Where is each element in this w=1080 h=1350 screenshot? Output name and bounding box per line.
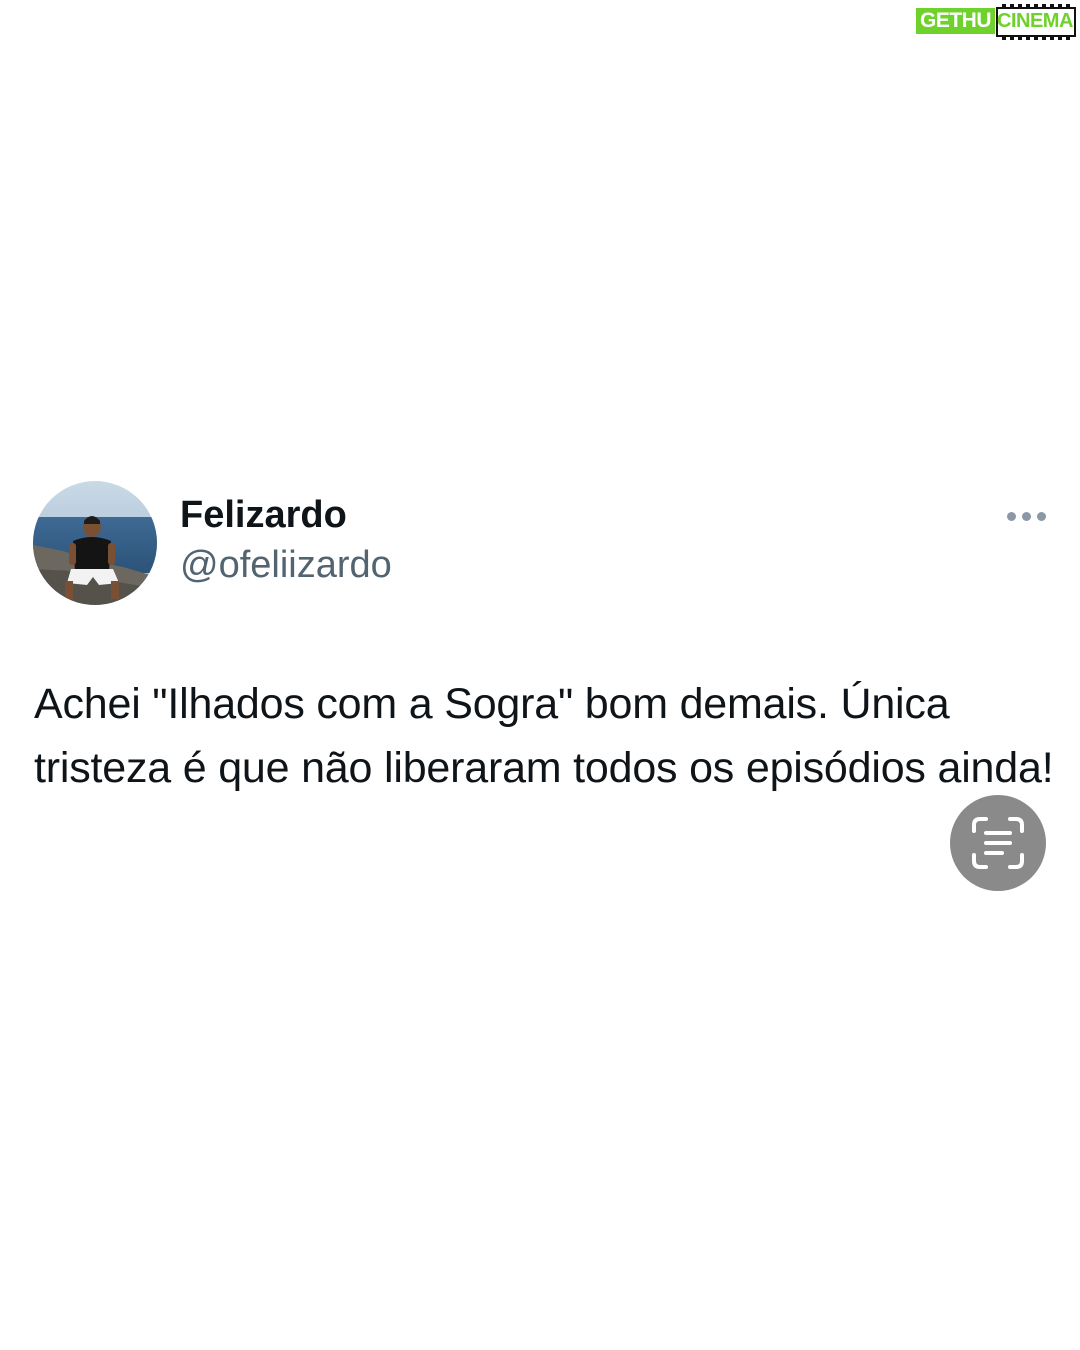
live-text-scan-button[interactable] bbox=[950, 795, 1046, 891]
watermark-text-gethu: GETHU bbox=[916, 8, 995, 34]
username-handle[interactable]: @ofeliizardo bbox=[180, 544, 392, 587]
avatar[interactable] bbox=[33, 481, 157, 605]
dot bbox=[1021, 511, 1031, 521]
watermark-text-cinema: CINEMA bbox=[997, 10, 1073, 32]
more-horizontal-icon[interactable] bbox=[1000, 500, 1052, 532]
avatar-photo bbox=[33, 481, 157, 605]
gethucinema-watermark: GETHU CINEMA bbox=[916, 2, 1078, 42]
dot bbox=[1006, 511, 1016, 521]
tweet-text: Achei "Ilhados com a Sogra" bom demais. … bbox=[34, 680, 1054, 792]
live-text-scan-icon bbox=[972, 817, 1024, 869]
dot bbox=[1036, 511, 1046, 521]
display-name[interactable]: Felizardo bbox=[180, 494, 347, 537]
